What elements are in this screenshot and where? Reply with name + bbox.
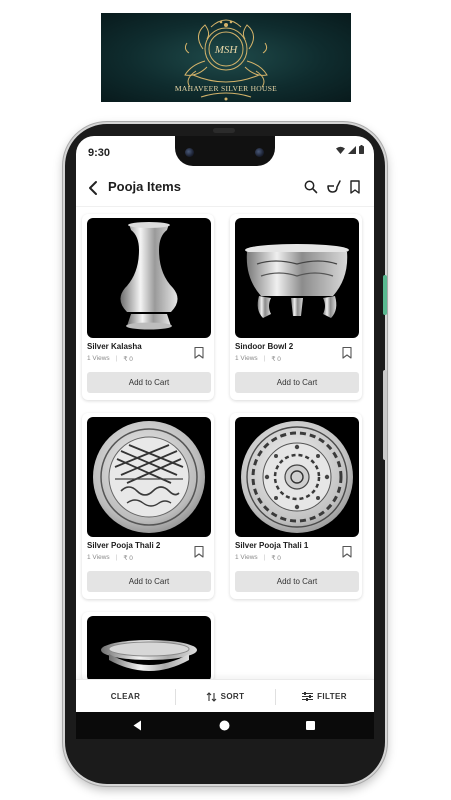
clear-label: CLEAR xyxy=(110,692,141,701)
product-meta: 1 Views | ₹ 0 xyxy=(87,355,133,363)
volume-button xyxy=(383,370,387,460)
app-header: Pooja Items xyxy=(76,170,374,206)
front-sensor-icon xyxy=(255,148,264,157)
sort-icon xyxy=(206,691,216,702)
battery-icon xyxy=(359,145,364,154)
filter-icon xyxy=(302,692,314,701)
product-name[interactable]: Sindoor Bowl 2 xyxy=(235,342,293,351)
sort-label: SORT xyxy=(220,692,245,701)
bookmark-icon[interactable] xyxy=(346,178,364,196)
meta-separator: | xyxy=(115,355,118,362)
product-name[interactable]: Silver Pooja Thali 1 xyxy=(235,541,308,550)
add-to-cart-button[interactable]: Add to Cart xyxy=(87,571,211,592)
back-triangle-icon[interactable] xyxy=(131,719,144,732)
meta-separator: | xyxy=(263,355,266,362)
status-bar: 9:30 xyxy=(76,136,374,170)
search-icon[interactable] xyxy=(302,178,320,196)
pooja-thali-2-image xyxy=(93,421,205,533)
product-views: 1 Views xyxy=(87,554,110,561)
power-button xyxy=(383,275,387,315)
bookmark-icon[interactable] xyxy=(341,545,353,558)
brand-logo-banner: MSH MAHAVEER SILVER HOUSE xyxy=(101,13,351,102)
add-to-cart-button[interactable]: Add to Cart xyxy=(235,372,359,393)
product-views: 1 Views xyxy=(87,355,110,362)
system-nav-bar xyxy=(76,712,374,739)
product-image[interactable] xyxy=(235,218,359,338)
sort-button[interactable]: SORT xyxy=(175,680,275,713)
product-card[interactable]: Silver Pooja Thali 1 1 Views | ₹ 0 Add t… xyxy=(230,413,362,599)
product-name[interactable]: Silver Pooja Thali 2 xyxy=(87,541,160,550)
meta-separator: | xyxy=(115,554,118,561)
bottom-action-bar: CLEAR SORT FILTER xyxy=(76,679,374,712)
clear-button[interactable]: CLEAR xyxy=(76,680,175,713)
product-views: 1 Views xyxy=(235,554,258,561)
kalasha-image xyxy=(120,222,178,330)
product-card[interactable]: Silver Pooja Thali 2 1 Views | ₹ 0 Add t… xyxy=(82,413,214,599)
product-meta: 1 Views | ₹ 0 xyxy=(235,554,281,562)
header-divider xyxy=(76,206,374,207)
add-to-cart-button[interactable]: Add to Cart xyxy=(235,571,359,592)
add-to-cart-button[interactable]: Add to Cart xyxy=(87,372,211,393)
product-meta: 1 Views | ₹ 0 xyxy=(235,355,281,363)
product-price: ₹ 0 xyxy=(123,555,133,562)
product-card[interactable]: Silver Kalasha 1 Views | ₹ 0 Add to Cart xyxy=(82,214,214,400)
product-image[interactable] xyxy=(235,417,359,537)
product-card[interactable]: Sindoor Bowl 2 1 Views | ₹ 0 Add to Cart xyxy=(230,214,362,400)
product-price: ₹ 0 xyxy=(271,555,281,562)
product-card[interactable] xyxy=(82,612,214,682)
page-title: Pooja Items xyxy=(108,179,181,194)
pooja-thali-1-image xyxy=(241,421,353,533)
filter-button[interactable]: FILTER xyxy=(275,680,374,713)
back-arrow-icon[interactable] xyxy=(84,178,104,198)
product-meta: 1 Views | ₹ 0 xyxy=(87,554,133,562)
phone-screen: 9:30 Pooja Items Silver Kalasha 1 Views … xyxy=(76,136,374,739)
display-notch xyxy=(175,136,275,166)
product-price: ₹ 0 xyxy=(123,356,133,363)
front-camera-icon xyxy=(185,148,194,157)
bookmark-icon[interactable] xyxy=(341,346,353,359)
ladle-icon[interactable] xyxy=(325,178,343,196)
status-time: 9:30 xyxy=(88,147,111,159)
brand-name: MAHAVEER SILVER HOUSE xyxy=(174,84,278,93)
product-price: ₹ 0 xyxy=(271,356,281,363)
status-icons xyxy=(336,145,364,154)
sindoor-bowl-image xyxy=(245,244,349,318)
bookmark-icon[interactable] xyxy=(193,545,205,558)
product-image[interactable] xyxy=(87,417,211,537)
product-image[interactable] xyxy=(87,218,211,338)
bookmark-icon[interactable] xyxy=(193,346,205,359)
home-circle-icon[interactable] xyxy=(218,719,231,732)
signal-icon xyxy=(348,145,356,154)
meta-separator: | xyxy=(263,554,266,561)
brand-monogram: MSH xyxy=(214,44,239,56)
earpiece-speaker xyxy=(213,128,235,133)
product-views: 1 Views xyxy=(235,355,258,362)
filter-label: FILTER xyxy=(317,692,347,701)
wifi-icon xyxy=(336,146,345,154)
silver-plate-image xyxy=(101,640,197,671)
product-name[interactable]: Silver Kalasha xyxy=(87,342,142,351)
product-image[interactable] xyxy=(87,616,211,682)
recents-square-icon[interactable] xyxy=(304,719,317,732)
